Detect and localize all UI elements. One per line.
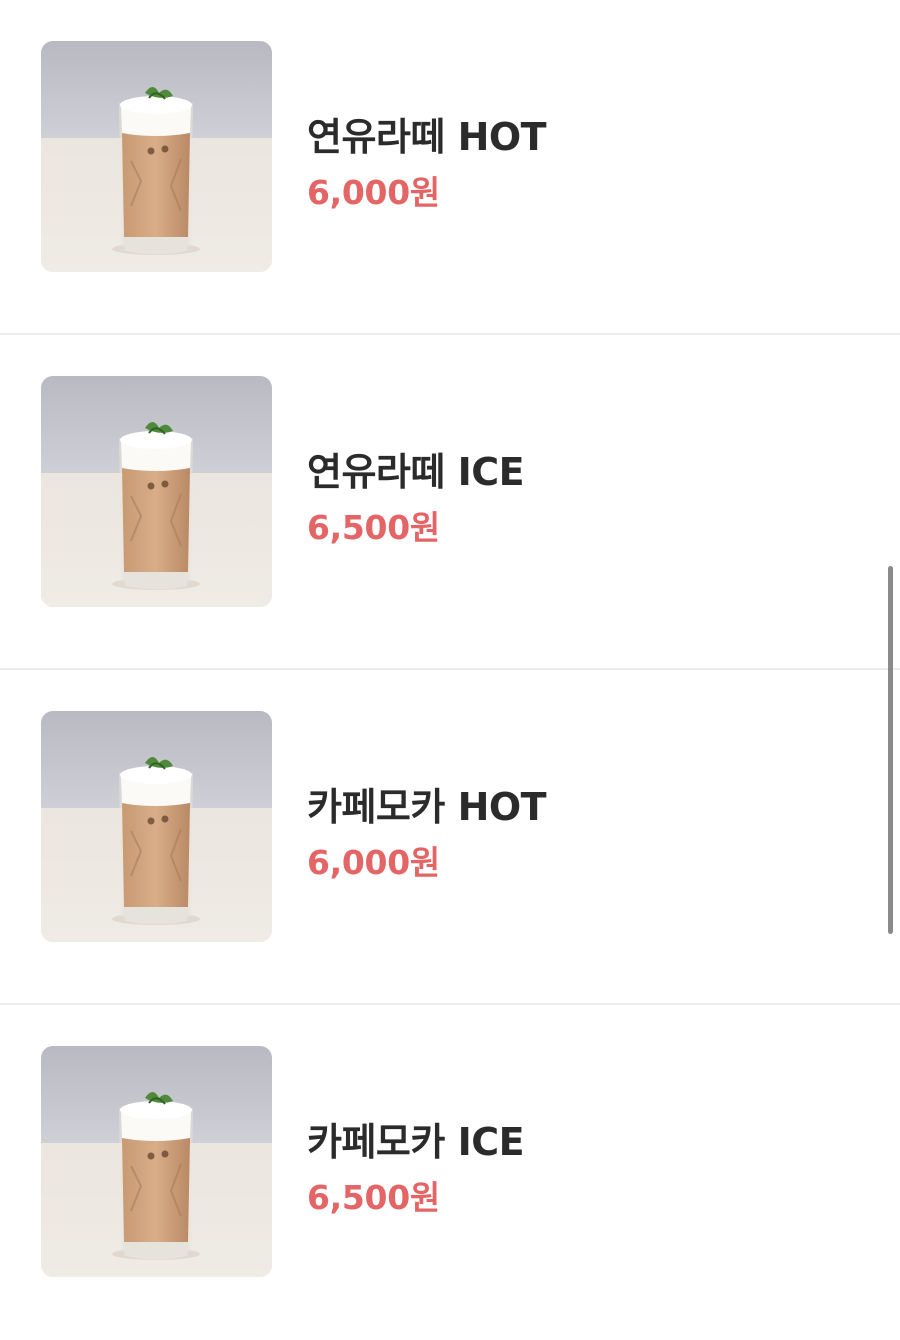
menu-item[interactable]: 연유라떼 HOT 6,000원 [0,0,900,335]
menu-item-price: 6,000원 [307,843,440,882]
menu-item-name: 연유라떼 HOT [307,115,547,159]
menu-item-price: 6,500원 [307,508,440,547]
menu-list: 연유라떼 HOT 6,000원 연유라떼 ICE 6,500원 카페모카 HOT… [0,0,900,1340]
menu-item-name: 카페모카 HOT [307,785,547,829]
menu-item-price: 6,500원 [307,1178,440,1217]
menu-item-image [41,711,272,942]
menu-item[interactable]: 연유라떼 ICE 6,500원 [0,335,900,670]
menu-item[interactable]: 카페모카 ICE 6,500원 [0,1005,900,1340]
menu-item-name: 카페모카 ICE [307,1120,525,1164]
menu-item-image [41,376,272,607]
menu-item-image [41,41,272,272]
menu-item-price: 6,000원 [307,173,440,212]
menu-item[interactable]: 카페모카 HOT 6,000원 [0,670,900,1005]
menu-item-name: 연유라떼 ICE [307,450,525,494]
menu-item-image [41,1046,272,1277]
vertical-scrollbar[interactable] [888,566,893,934]
